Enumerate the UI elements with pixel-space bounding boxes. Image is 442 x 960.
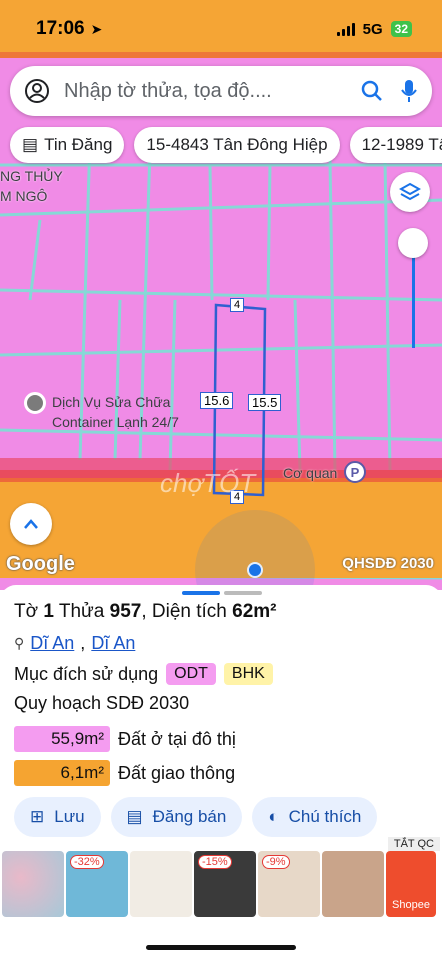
layers-button[interactable] [390, 172, 430, 212]
network-label: 5G [362, 20, 383, 38]
status-bar: 17:06 ➤ 5G 32 [0, 0, 442, 58]
shopee-label: Shopee [392, 899, 430, 911]
purpose-row: Mục đích sử dụng ODT BHK [14, 663, 273, 685]
legend-row: 55,9m² Đất ở tại đô thị [14, 726, 236, 752]
close-ads-button[interactable]: TẮT QC [387, 837, 440, 851]
parcel-label: Thửa [58, 601, 105, 622]
opacity-slider-track[interactable] [412, 244, 415, 348]
legend-label: Đất ở tại đô thị [118, 728, 236, 749]
legend-button[interactable]: ◐ Chú thích [252, 797, 378, 837]
ad-item[interactable] [322, 851, 384, 917]
watermark: chợTỐT [160, 468, 256, 498]
action-buttons: ⊞ Lưu ▤ Đăng bán ◐ Chú thích [14, 797, 378, 837]
dim-right-label: 15.5 [248, 394, 282, 411]
legend-value: 55,9m² [14, 726, 110, 752]
chip-tin-dang[interactable]: ▤ Tin Đăng [10, 127, 125, 163]
account-icon[interactable] [24, 78, 50, 104]
location-arrow-icon: ➤ [90, 20, 103, 37]
district-link[interactable]: Dĩ An [91, 633, 135, 654]
expand-button[interactable] [10, 503, 52, 545]
button-label: Chú thích [288, 807, 362, 826]
coquan-label: Cơ quan [283, 465, 338, 481]
map-place-label: NG THỦY [0, 168, 63, 184]
area-value: 62m² [232, 601, 277, 622]
search-input[interactable]: Nhập tờ thửa, tọa độ.... [64, 80, 360, 103]
contrast-icon: ◐ [268, 807, 279, 826]
ad-item[interactable]: -9% [258, 851, 320, 917]
discount-badge: -32% [70, 855, 104, 869]
purpose-label: Mục đích sử dụng [14, 663, 159, 684]
signal-icon [336, 22, 355, 36]
legend-row: 6,1m² Đất giao thông [14, 760, 235, 786]
dim-left-label: 15.6 [200, 392, 234, 409]
search-bar[interactable]: Nhập tờ thửa, tọa độ.... [10, 66, 432, 116]
legend-value: 6,1m² [14, 760, 110, 786]
ad-item[interactable] [130, 851, 192, 917]
chip-parcel[interactable]: 12-1989 Tâ [349, 127, 442, 163]
plan-title: Quy hoạch SDĐ 2030 [14, 693, 190, 713]
area-label: , Diện tích [141, 601, 227, 622]
discount-badge: -9% [262, 855, 290, 869]
chip-parcel[interactable]: 15-4843 Tân Đông Hiệp [134, 127, 340, 163]
search-icon[interactable] [360, 79, 384, 103]
sheet-pager [182, 591, 262, 595]
ad-banner[interactable]: TẮT QC -32% -15% -9% Shopee [0, 837, 442, 917]
ad-item[interactable]: -32% [66, 851, 128, 917]
bookmark-add-icon: ⊞ [30, 807, 45, 826]
button-label: Lưu [54, 807, 85, 826]
parcel-info-sheet: Tờ 1 Thửa 957, Diện tích 62m² ⚲ Dĩ An, D… [0, 585, 442, 960]
save-button[interactable]: ⊞ Lưu [14, 797, 101, 837]
sheet-label: Tờ [14, 601, 39, 622]
listing-icon: ▤ [126, 807, 143, 826]
parcel-number: 957 [109, 601, 142, 622]
location-pin-icon: ⚲ [14, 635, 25, 651]
layers-icon [399, 182, 421, 201]
chip-label: 15-4843 Tân Đông Hiệp [146, 135, 328, 154]
ad-item[interactable] [2, 851, 64, 917]
status-time: 17:06 [36, 18, 85, 39]
map-place-label: M NGÔ [0, 188, 48, 204]
chip-label: Tin Đăng [44, 135, 113, 154]
discount-badge: -15% [198, 855, 232, 869]
parcel-title: Tờ 1 Thửa 957, Diện tích 62m² [14, 601, 277, 623]
legend-label: Đất giao thông [118, 762, 236, 783]
sheet-number: 1 [43, 601, 54, 622]
dim-top-label: 4 [230, 298, 245, 312]
button-label: Đăng bán [152, 807, 227, 826]
home-indicator[interactable] [146, 945, 296, 950]
parking-icon[interactable]: P [344, 461, 366, 483]
microphone-icon[interactable] [400, 78, 418, 104]
listing-icon: ▤ [22, 135, 39, 154]
ward-link[interactable]: Dĩ An [30, 633, 74, 654]
filter-chips: ▤ Tin Đăng 15-4843 Tân Đông Hiệp 12-1989 … [10, 127, 442, 163]
google-logo: Google [6, 553, 75, 575]
land-type-badge: BHK [223, 663, 273, 685]
battery-icon: 32 [390, 21, 412, 37]
location-row: ⚲ Dĩ An, Dĩ An [14, 633, 136, 654]
poi-marker[interactable]: Dịch Vụ Sửa Chữa Container Lạnh 24/7 [24, 392, 179, 432]
chevron-up-icon [24, 519, 38, 529]
poi-icon [24, 392, 46, 414]
layer-label: QHSDĐ 2030 [342, 555, 434, 572]
post-sale-button[interactable]: ▤ Đăng bán [110, 797, 243, 837]
opacity-slider-handle[interactable] [398, 228, 428, 258]
shopee-logo[interactable]: Shopee [386, 851, 436, 917]
chip-label: 12-1989 Tâ [361, 135, 442, 154]
poi-label: Dịch Vụ Sửa Chữa Container Lạnh 24/7 [52, 394, 179, 430]
ad-item[interactable]: -15% [194, 851, 256, 917]
land-type-badge: ODT [166, 663, 216, 685]
